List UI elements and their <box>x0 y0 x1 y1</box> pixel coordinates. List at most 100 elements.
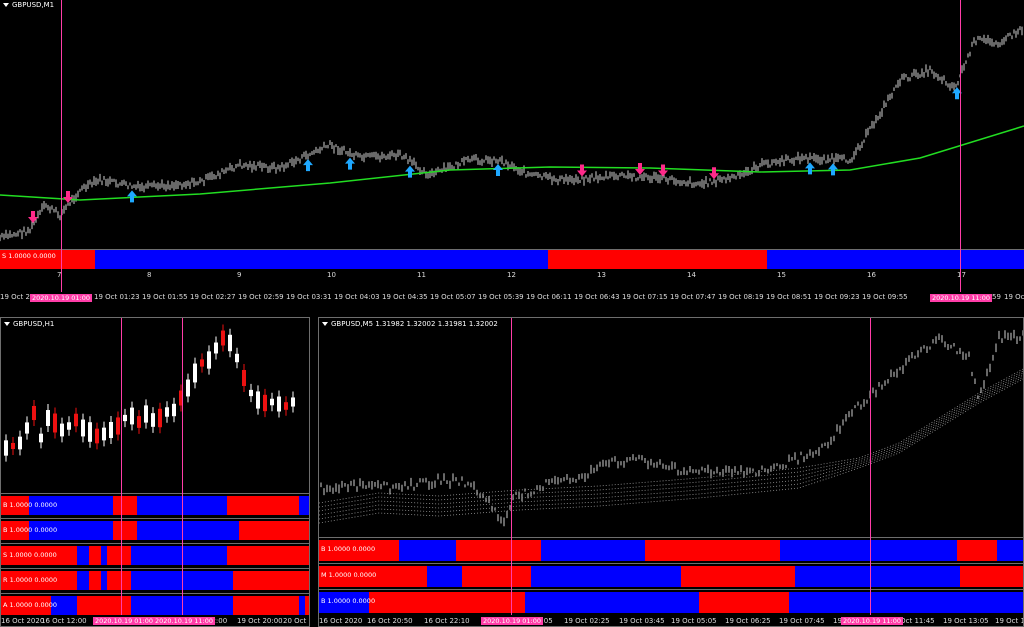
left-ind-segment <box>131 546 227 565</box>
time-axis-label: 16 Oct 12:00 <box>41 617 87 625</box>
right-ind-segment <box>960 566 1023 587</box>
top-ind-segment <box>767 250 1024 269</box>
candle-body <box>221 330 225 346</box>
buy-arrow-icon <box>805 162 815 175</box>
candle-body <box>74 413 78 427</box>
left-ind-segment <box>137 521 239 540</box>
time-axis-label: 19 Oct 01:55 <box>142 293 188 301</box>
bar-index-label: 12 <box>507 271 516 279</box>
top-bar-numbers: 7 8 9 10 11 12 13 14 15 16 17 <box>0 271 1024 283</box>
top-time-axis: 19 Oct 20 19 Oct 01:23 19 Oct 01:55 19 Oct … <box>0 293 1024 305</box>
candle-body <box>242 369 246 387</box>
top-vline-2[interactable] <box>960 0 961 292</box>
top-vline-1[interactable] <box>61 0 62 292</box>
right-vline-1[interactable] <box>511 318 512 615</box>
candle-body <box>137 416 141 428</box>
right-price-plot[interactable] <box>319 318 1024 537</box>
right-ind-segment <box>369 592 525 613</box>
time-axis-label: 19 Oct 02:27 <box>190 293 236 301</box>
right-ind-segment <box>699 592 789 613</box>
left-ind-segment <box>233 596 299 615</box>
top-indicator-label: S 1.0000 0.0000 <box>2 252 56 260</box>
right-ind-segment <box>456 540 541 561</box>
candle-body <box>130 407 134 425</box>
candle-body <box>207 351 211 369</box>
top-chart-window[interactable]: GBPUSD,M1 S 1.0000 0.0000 7 8 9 10 11 12 13 14 1… <box>0 0 1024 308</box>
candle-body <box>165 407 169 417</box>
dropdown-triangle-icon[interactable] <box>3 3 9 7</box>
candle-body <box>291 397 295 407</box>
indicator-label: B 1.0000 0.0000 <box>3 501 58 509</box>
bar-index-label: 17 <box>957 271 966 279</box>
top-time-badge-1: 2020.10.19 01:00 <box>30 294 93 302</box>
right-indicator-strip: B 1.0000 0.0000 <box>319 537 1023 563</box>
bar-index-label: 11 <box>417 271 426 279</box>
candle-body <box>214 342 218 354</box>
cloud-line <box>319 374 1023 516</box>
candle-body <box>67 422 71 430</box>
time-axis-label: 19 Oct 03:45 <box>619 617 665 625</box>
candle-body <box>270 398 274 406</box>
time-axis-label: 19 Oct 07:15 <box>622 293 668 301</box>
right-ind-segment <box>427 566 462 587</box>
candle-body <box>88 422 92 442</box>
left-ind-segment <box>89 546 101 565</box>
time-axis-label: 59 <box>992 293 1001 301</box>
right-time-badge-1: 2020.10.19 01:00 <box>481 617 544 625</box>
time-axis-label: 19 Oct 09:23 <box>814 293 860 301</box>
cloud-line <box>319 378 1023 524</box>
right-chart-window[interactable]: GBPUSD,M5 1.31982 1.32002 1.31981 1.3200… <box>318 317 1024 627</box>
time-axis-label: 20 Oct 0 <box>283 617 310 625</box>
candle-body <box>11 442 15 450</box>
indicator-label: B 1.0000 0.0000 <box>321 545 376 553</box>
cloud-line <box>319 376 1023 520</box>
left-ind-segment <box>239 521 309 540</box>
indicator-label: S 1.0000 0.0000 <box>3 551 57 559</box>
top-symbol-label: GBPUSD,M1 <box>12 1 55 9</box>
candle-body <box>95 428 99 444</box>
left-ind-segment <box>113 496 137 515</box>
sell-arrow-icon <box>658 164 668 177</box>
left-ind-segment <box>107 546 131 565</box>
right-ind-segment <box>531 566 681 587</box>
cloud-line <box>319 372 1023 512</box>
right-ind-segment <box>789 592 1023 613</box>
time-axis-label: 19 Oct 01:23 <box>94 293 140 301</box>
time-axis-label: 19 Oct 06:25 <box>725 617 771 625</box>
left-ind-segment <box>299 496 309 515</box>
right-symbol-label: GBPUSD,M5 1.31982 1.32002 1.31981 1.3200… <box>331 320 498 328</box>
right-vline-2[interactable] <box>870 318 871 615</box>
candle-body <box>53 413 57 433</box>
buy-arrow-icon <box>405 165 415 178</box>
top-price-bars <box>0 26 1023 242</box>
top-price-plot[interactable] <box>0 0 1024 248</box>
time-axis-label: 19 Oct 05:07 <box>430 293 476 301</box>
top-ind-segment <box>95 250 548 269</box>
time-axis-label: 19 Oct 05:39 <box>478 293 524 301</box>
right-indicator-strip: B 1.0000 0.0000 <box>319 589 1023 615</box>
indicator-label: B 1.0000 0.0000 <box>321 597 376 605</box>
bar-index-label: 10 <box>327 271 336 279</box>
candle-body <box>18 436 22 450</box>
dropdown-triangle-icon[interactable] <box>4 322 10 326</box>
time-axis-label: 19 Oct 02:25 <box>564 617 610 625</box>
candle-body <box>116 417 120 435</box>
candle-body <box>109 421 113 439</box>
left-indicator-strip: R 1.0000 0.0000 <box>1 568 309 592</box>
candle-body <box>39 433 43 443</box>
left-vline-2[interactable] <box>182 318 183 615</box>
price-bars <box>320 329 1023 527</box>
dropdown-triangle-icon[interactable] <box>322 322 328 326</box>
left-candle-plot[interactable] <box>1 318 310 493</box>
left-ind-segment <box>227 546 309 565</box>
time-axis-label: 19 Oct 05:05 <box>671 617 717 625</box>
time-axis-label: 19 Oct 06:11 <box>526 293 572 301</box>
candle-body <box>228 334 232 352</box>
top-time-badge-2: 2020.10.19 11:00 <box>930 294 993 302</box>
right-ind-segment <box>645 540 780 561</box>
left-vline-1[interactable] <box>121 318 122 615</box>
candle-body <box>235 353 239 363</box>
right-indicator-strip: M 1.0000 0.0000 <box>319 563 1023 589</box>
left-ind-segment <box>233 571 309 590</box>
left-chart-window[interactable]: GBPUSD,H1 B 1.0000 0.0000 B 1.0000 0.0000… <box>0 317 310 627</box>
